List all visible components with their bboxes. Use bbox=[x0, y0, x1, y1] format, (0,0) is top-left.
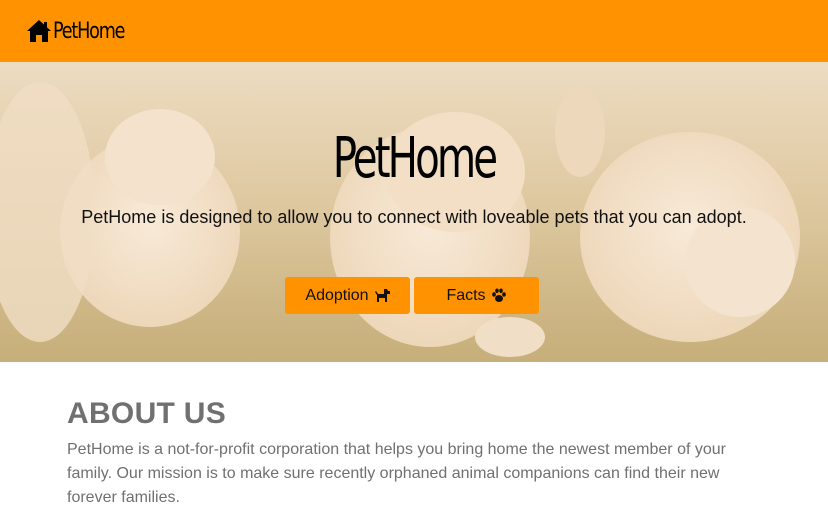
hero-buttons: Adoption Facts bbox=[285, 277, 539, 314]
about-title: ABOUT US bbox=[67, 397, 227, 430]
brand-name: PetHome bbox=[53, 18, 126, 44]
house-icon bbox=[27, 20, 51, 42]
facts-button[interactable]: Facts bbox=[414, 277, 539, 314]
brand-link[interactable]: PetHome bbox=[26, 19, 142, 44]
adoption-button[interactable]: Adoption bbox=[285, 277, 410, 314]
dog-icon bbox=[374, 289, 390, 302]
facts-button-label: Facts bbox=[446, 286, 486, 304]
about-section: ABOUT US PetHome is a not-for-profit cor… bbox=[0, 362, 828, 510]
about-text: PetHome is a not-for-profit corporation … bbox=[67, 441, 726, 506]
adoption-button-label: Adoption bbox=[305, 286, 369, 304]
hero-section: PetHome PetHome is designed to allow you… bbox=[0, 62, 828, 362]
navbar: PetHome bbox=[0, 0, 828, 62]
paw-icon bbox=[491, 288, 506, 302]
hero-lead-text: PetHome is designed to allow you to conn… bbox=[81, 207, 747, 227]
hero-content: PetHome PetHome is designed to allow you… bbox=[0, 62, 828, 362]
hero-title: PetHome bbox=[332, 126, 498, 191]
